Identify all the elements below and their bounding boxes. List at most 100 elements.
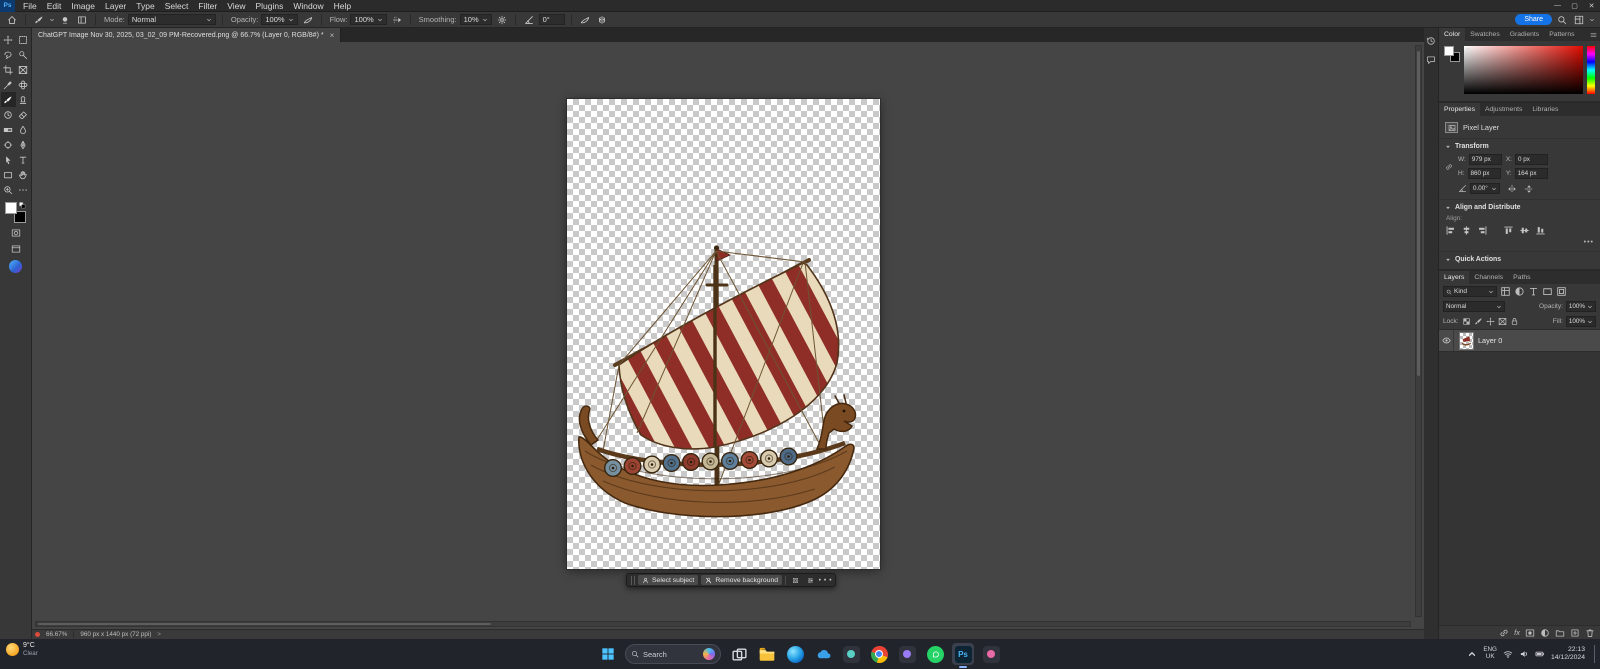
close-button[interactable]: ✕: [1583, 0, 1600, 12]
tab-color[interactable]: Color: [1439, 28, 1466, 41]
lock-artboard-icon[interactable]: [1498, 317, 1507, 326]
smoothing-field[interactable]: 10%: [459, 14, 492, 25]
pressure-size-icon[interactable]: [578, 13, 592, 26]
layer-visibility-eye-icon[interactable]: [1439, 330, 1454, 351]
menu-filter[interactable]: Filter: [193, 1, 222, 11]
menu-layer[interactable]: Layer: [100, 1, 131, 11]
tool-path-select[interactable]: [1, 152, 16, 167]
flip-horizontal-icon[interactable]: [1507, 184, 1517, 194]
onedrive-icon[interactable]: [812, 643, 834, 665]
new-group-icon[interactable]: [1555, 628, 1565, 638]
layer-filter-select[interactable]: Kind: [1443, 286, 1497, 297]
select-subject-button[interactable]: Select subject: [638, 575, 699, 585]
canvas[interactable]: [567, 99, 880, 569]
panel-menu-icon[interactable]: [1590, 31, 1600, 39]
new-adjustment-layer-icon[interactable]: [1540, 628, 1550, 638]
tool-ellipsis[interactable]: [16, 182, 31, 197]
y-field[interactable]: 164 px: [1514, 168, 1548, 179]
workspace-icon[interactable]: [1572, 13, 1586, 26]
menu-edit[interactable]: Edit: [42, 1, 67, 11]
tool-healing[interactable]: [16, 77, 31, 92]
pressure-opacity-icon[interactable]: [301, 13, 315, 26]
vertical-scrollbar[interactable]: [1415, 45, 1422, 617]
layer-blend-mode-select[interactable]: Normal: [1443, 301, 1505, 312]
document-tab[interactable]: ChatGPT Image Nov 30, 2025, 03_02_09 PM-…: [32, 28, 342, 42]
width-field[interactable]: 979 px: [1468, 154, 1502, 165]
flip-vertical-icon[interactable]: [1524, 184, 1534, 194]
tab-channels[interactable]: Channels: [1469, 271, 1508, 284]
start-button[interactable]: [598, 644, 618, 664]
brush-tip-preview-icon[interactable]: [58, 13, 72, 26]
chevron-down-icon[interactable]: [49, 17, 55, 23]
brush-preset-icon[interactable]: [32, 13, 46, 26]
tab-layers[interactable]: Layers: [1439, 271, 1470, 284]
search-icon[interactable]: [1555, 13, 1569, 26]
show-desktop-button[interactable]: [1594, 645, 1596, 663]
tool-brush[interactable]: [0, 92, 16, 107]
tab-patterns[interactable]: Patterns: [1544, 28, 1579, 41]
align-right-icon[interactable]: [1477, 225, 1488, 236]
tab-adjustments[interactable]: Adjustments: [1480, 103, 1527, 116]
menu-view[interactable]: View: [222, 1, 250, 11]
tool-type[interactable]: [16, 152, 31, 167]
layer-thumbnail[interactable]: [1459, 331, 1474, 350]
filter-pixel-layers-icon[interactable]: [1500, 286, 1511, 297]
share-button[interactable]: Share: [1515, 14, 1552, 25]
menu-window[interactable]: Window: [288, 1, 328, 11]
menu-help[interactable]: Help: [329, 1, 356, 11]
filter-smart-objects-icon[interactable]: [1556, 286, 1567, 297]
menu-image[interactable]: Image: [66, 1, 100, 11]
section-caret-icon[interactable]: [1445, 257, 1451, 263]
layer-name[interactable]: Layer 0: [1478, 336, 1502, 345]
link-layers-icon[interactable]: [1499, 628, 1509, 638]
tray-chevron-up-icon[interactable]: [1467, 649, 1477, 659]
quick-mask-icon[interactable]: [8, 226, 24, 239]
taskbar-properties-icon[interactable]: [804, 575, 816, 585]
maximize-button[interactable]: ▢: [1566, 0, 1583, 12]
rotation-field[interactable]: 0.00°: [1470, 183, 1500, 194]
tool-lasso[interactable]: [1, 47, 16, 62]
saturation-brightness-box[interactable]: [1464, 46, 1583, 94]
lock-transparent-pixels-icon[interactable]: [1462, 317, 1471, 326]
airbrush-icon[interactable]: [390, 13, 404, 26]
align-middle-vertical-icon[interactable]: [1519, 225, 1530, 236]
comments-panel-icon[interactable]: [1426, 55, 1436, 65]
tab-gradients[interactable]: Gradients: [1505, 28, 1544, 41]
horizontal-scrollbar[interactable]: [35, 621, 1411, 627]
link-dimensions-icon[interactable]: [1445, 156, 1454, 178]
add-layer-mask-icon[interactable]: [1525, 628, 1535, 638]
tab-libraries[interactable]: Libraries: [1527, 103, 1563, 116]
history-panel-icon[interactable]: [1426, 36, 1436, 46]
menu-plugins[interactable]: Plugins: [250, 1, 288, 11]
smoothing-gear-icon[interactable]: [495, 13, 509, 26]
hue-slider[interactable]: [1587, 46, 1595, 94]
zoom-level-field[interactable]: 66.67%: [46, 631, 67, 638]
layer-opacity-field[interactable]: 100%: [1565, 301, 1596, 312]
chevron-down-icon[interactable]: [1589, 17, 1595, 23]
tool-quick-select[interactable]: [16, 47, 31, 62]
tool-history-brush[interactable]: [1, 107, 16, 122]
lock-all-icon[interactable]: [1510, 317, 1519, 326]
filter-shape-layers-icon[interactable]: [1542, 286, 1553, 297]
minimize-button[interactable]: —: [1549, 0, 1566, 12]
tool-clone-stamp[interactable]: [16, 92, 31, 107]
delete-layer-icon[interactable]: [1585, 628, 1595, 638]
opacity-field[interactable]: 100%: [261, 14, 298, 25]
tool-zoom[interactable]: [1, 182, 16, 197]
tool-dodge[interactable]: [1, 137, 16, 152]
tool-pen[interactable]: [16, 137, 31, 152]
transform-image-icon[interactable]: [789, 575, 801, 585]
foreground-color-swatch[interactable]: [5, 202, 17, 214]
tool-crop[interactable]: [1, 62, 16, 77]
flow-field[interactable]: 100%: [350, 14, 387, 25]
whatsapp-icon[interactable]: [924, 643, 946, 665]
color-panel-swatches[interactable]: [1444, 46, 1460, 62]
screen-mode-icon[interactable]: [8, 242, 24, 255]
brush-angle-field[interactable]: 0°: [538, 14, 565, 25]
brush-settings-panel-icon[interactable]: [75, 13, 89, 26]
photoshop-icon[interactable]: Ps: [952, 643, 974, 668]
lock-position-icon[interactable]: [1486, 317, 1495, 326]
chrome-icon[interactable]: [868, 643, 890, 665]
creative-cloud-badge-icon[interactable]: [9, 260, 22, 273]
battery-icon[interactable]: [1535, 649, 1545, 659]
